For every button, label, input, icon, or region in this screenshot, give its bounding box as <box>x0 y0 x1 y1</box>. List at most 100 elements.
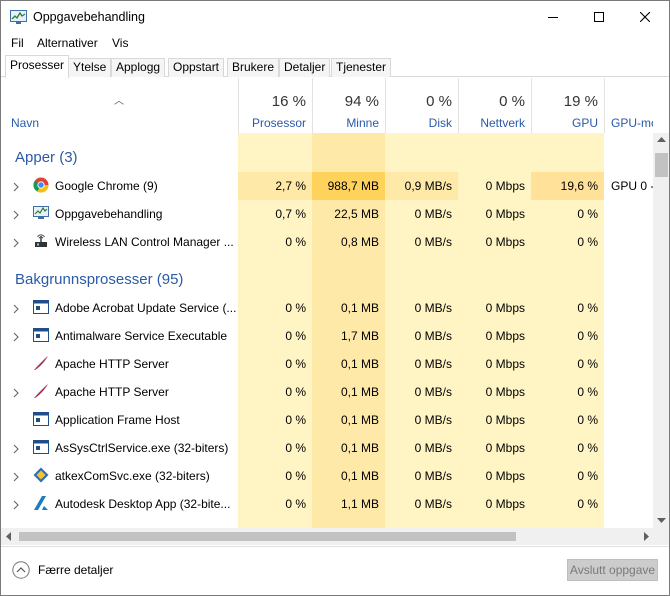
title-bar: Oppgavebehandling <box>1 1 669 33</box>
memory-cell: 0,1 MB <box>340 413 379 427</box>
table-row[interactable]: Application Frame Host 0 % 0,1 MB 0 MB/s 0 M… <box>1 406 653 434</box>
expand-chevron-icon[interactable] <box>12 443 20 454</box>
header-network-label: Nettverk <box>480 116 525 130</box>
header-disk-label: Disk <box>428 116 452 130</box>
gpu-cell: 19,6 % <box>531 172 604 200</box>
memory-cell: 1,1 MB <box>340 497 379 511</box>
header-memory[interactable]: 94 % Minne <box>312 78 385 133</box>
tab-performance[interactable]: Ytelse <box>68 58 112 77</box>
vertical-scroll-thumb[interactable] <box>655 153 668 177</box>
window-icon <box>33 299 49 315</box>
menu-view[interactable]: Vis <box>112 36 128 50</box>
memory-cell: 0,8 MB <box>312 228 385 256</box>
menu-bar: Fil Alternativer Vis <box>1 34 669 54</box>
horizontal-scrollbar[interactable] <box>1 528 669 545</box>
tab-app-history[interactable]: Applogg <box>111 58 166 77</box>
header-name-cell[interactable]: ︿ Navn <box>1 78 238 133</box>
table-row[interactable]: Autodesk Desktop App (32-bite... 0 % 1,1 M… <box>1 490 653 518</box>
network-cell: 0 Mbps <box>485 207 525 221</box>
header-cpu-percent: 16 % <box>271 93 306 110</box>
header-gpu-percent: 19 % <box>563 93 598 110</box>
collapse-chevron-icon[interactable] <box>12 561 30 579</box>
chrome-icon <box>33 177 49 193</box>
gpu-cell: 0 % <box>531 200 604 228</box>
cpu-cell: 0 % <box>238 228 312 256</box>
process-name: Antimalware Service Executable <box>55 329 228 343</box>
gpu-cell: 0 % <box>577 413 598 427</box>
disk-cell: 0 MB/s <box>414 329 452 343</box>
table-row[interactable]: atkexComSvc.exe (32-biters) 0 % 0,1 MB 0 MB… <box>1 462 653 490</box>
header-memory-percent: 94 % <box>344 93 379 110</box>
header-network[interactable]: 0 % Nettverk <box>458 78 531 133</box>
tab-startup[interactable]: Oppstart <box>168 58 225 77</box>
tab-processes[interactable]: Prosesser <box>5 55 70 78</box>
close-icon <box>640 12 650 22</box>
table-row[interactable]: Apache HTTP Server 0 % 0,1 MB 0 MB/s 0 Mbps 0… <box>1 378 653 406</box>
header-cpu[interactable]: 16 % Prosessor <box>238 78 312 133</box>
cpu-cell: 0,7 % <box>238 200 312 228</box>
end-task-button[interactable]: Avslutt oppgave <box>567 559 658 581</box>
header-disk[interactable]: 0 % Disk <box>385 78 458 133</box>
header-gpu-label: GPU <box>571 116 598 130</box>
header-gpu-engine[interactable]: GPU-moto <box>604 78 653 133</box>
memory-cell: 0,1 MB <box>340 469 379 483</box>
maximize-button[interactable] <box>576 1 622 33</box>
expand-chevron-icon[interactable] <box>12 209 20 220</box>
disk-cell: 0 MB/s <box>414 497 452 511</box>
tab-services[interactable]: Tjenester <box>331 58 392 77</box>
process-name: Wireless LAN Control Manager ... <box>55 235 234 249</box>
memory-cell: 1,7 MB <box>340 329 379 343</box>
expand-chevron-icon[interactable] <box>12 237 20 248</box>
vertical-scrollbar[interactable] <box>653 133 669 528</box>
process-name: Adobe Acrobat Update Service (... <box>55 301 237 315</box>
table-row[interactable]: Antimalware Service Executable 0 % 1,7 MB 0… <box>1 322 653 350</box>
close-button[interactable] <box>622 1 668 33</box>
group-apps-heading[interactable]: Apper (3) <box>15 149 78 166</box>
atk-icon <box>33 467 49 483</box>
disk-cell: 0 MB/s <box>414 469 452 483</box>
process-name: Google Chrome (9) <box>55 179 158 193</box>
table-row[interactable]: Oppgavebehandling 0,7 % 22,5 MB 0 MB/s 0 Mbp… <box>1 200 653 228</box>
network-cell: 0 Mbps <box>485 329 525 343</box>
table-row[interactable]: Apache HTTP Server 0 % 0,1 MB 0 MB/s 0 Mbps 0… <box>1 350 653 378</box>
gpu-engine-cell: GPU 0 - <box>611 179 653 193</box>
table-row[interactable]: Google Chrome (9) 2,7 % 988,7 MB 0,9 MB/s 0 … <box>1 172 653 200</box>
scroll-left-icon[interactable] <box>5 532 11 541</box>
process-name: atkexComSvc.exe (32-biters) <box>55 469 210 483</box>
cpu-cell: 0 % <box>285 497 306 511</box>
network-cell: 0 Mbps <box>485 235 525 249</box>
gpu-cell: 0 % <box>577 385 598 399</box>
task-manager-app-icon <box>10 10 27 24</box>
gpu-cell: 0 % <box>577 301 598 315</box>
expand-chevron-icon[interactable] <box>12 387 20 398</box>
tab-details[interactable]: Detaljer <box>279 58 331 77</box>
horizontal-scroll-thumb[interactable] <box>19 532 516 541</box>
scroll-up-icon[interactable] <box>657 136 666 142</box>
expand-chevron-icon[interactable] <box>12 331 20 342</box>
expand-chevron-icon[interactable] <box>12 303 20 314</box>
tab-users[interactable]: Brukere <box>227 58 280 77</box>
expand-chevron-icon[interactable] <box>12 181 20 192</box>
table-row[interactable]: AsSysCtrlService.exe (32-biters) 0 % 0,1 M… <box>1 434 653 462</box>
gpu-cell: 0 % <box>577 469 598 483</box>
scroll-right-icon[interactable] <box>644 532 650 541</box>
menu-file[interactable]: Fil <box>11 36 24 50</box>
footer: Færre detaljer Avslutt oppgave <box>1 546 669 595</box>
group-background-heading[interactable]: Bakgrunnsprosesser (95) <box>15 271 183 288</box>
table-row[interactable]: Wireless LAN Control Manager ... 0 % 0,8 M… <box>1 228 653 256</box>
header-gpu[interactable]: 19 % GPU <box>531 78 604 133</box>
scroll-down-icon[interactable] <box>657 518 666 524</box>
memory-cell: 0,1 MB <box>340 301 379 315</box>
menu-options[interactable]: Alternativer <box>37 36 98 50</box>
cpu-cell: 2,7 % <box>238 172 312 200</box>
minimize-button[interactable] <box>530 1 576 33</box>
sort-ascending-icon: ︿ <box>114 96 124 107</box>
cpu-cell: 0 % <box>285 329 306 343</box>
expand-chevron-icon[interactable] <box>12 499 20 510</box>
table-row[interactable]: Adobe Acrobat Update Service (... 0 % 0,1 … <box>1 294 653 322</box>
expand-chevron-icon[interactable] <box>12 471 20 482</box>
task-manager-icon <box>33 205 49 221</box>
cpu-cell: 0 % <box>285 469 306 483</box>
fewer-details-link[interactable]: Færre detaljer <box>38 563 113 577</box>
gpu-cell: 0 % <box>577 441 598 455</box>
